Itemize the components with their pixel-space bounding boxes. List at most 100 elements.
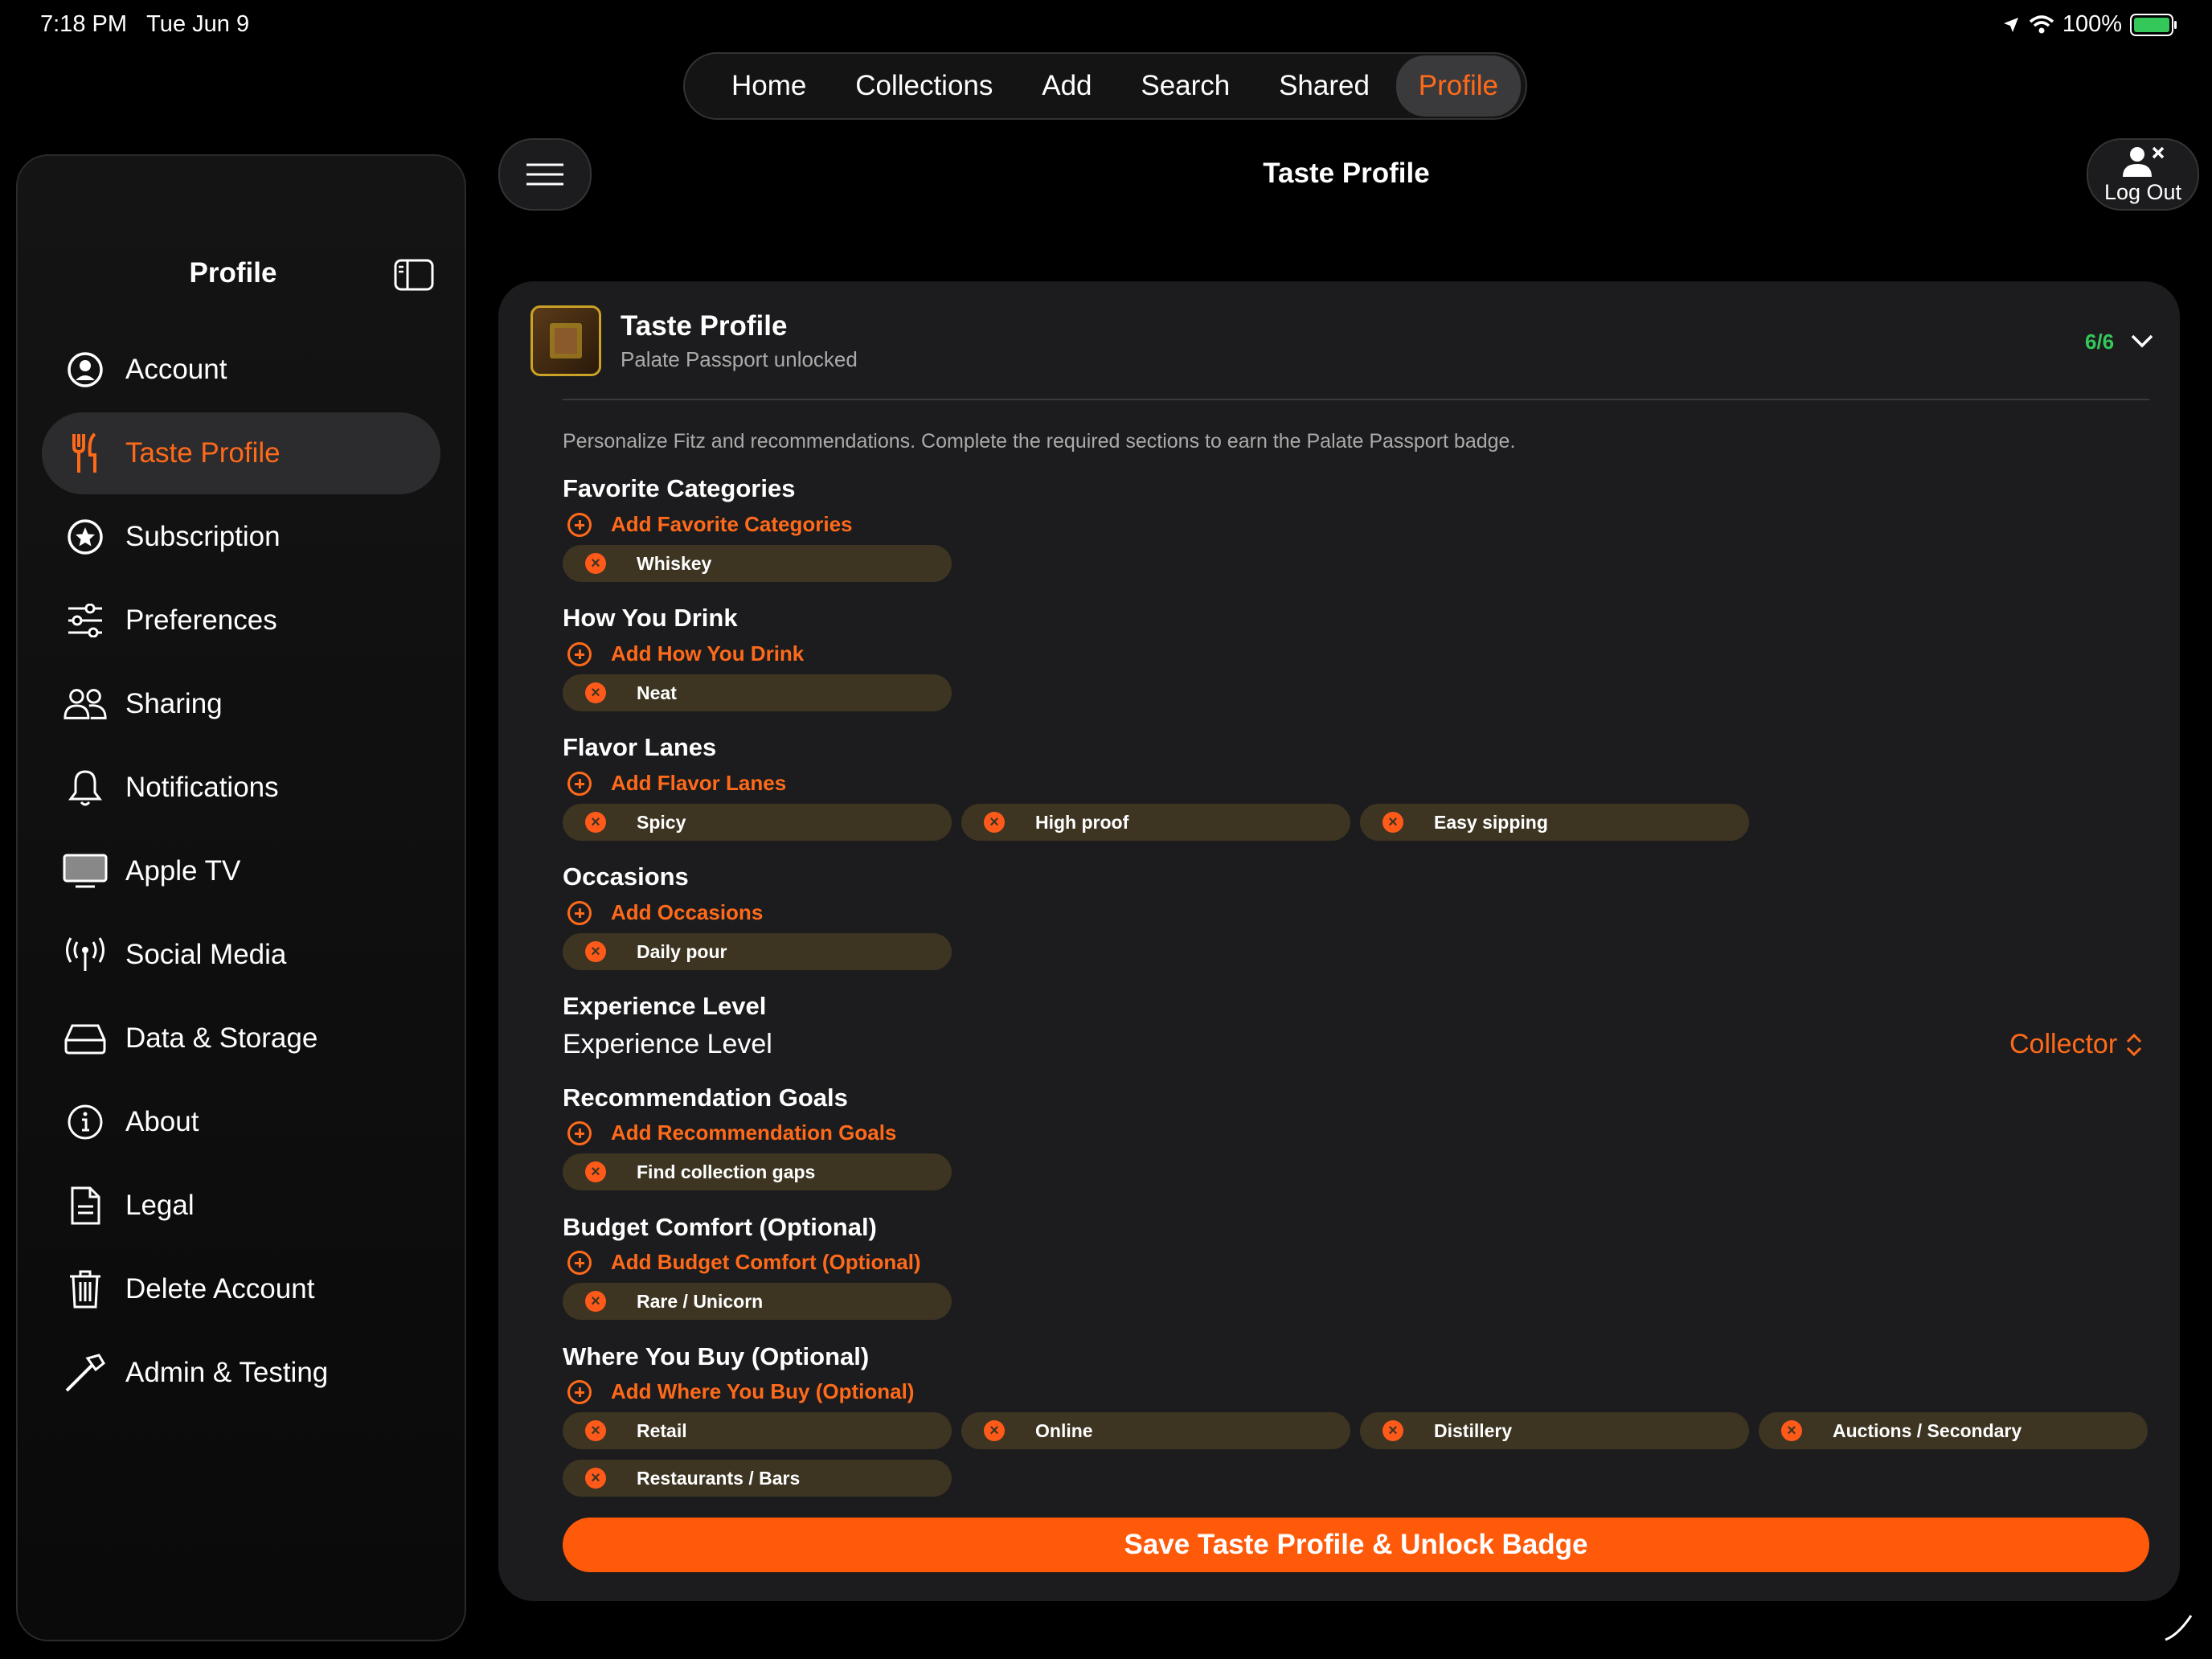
- person-circle-icon: [63, 347, 108, 392]
- add-occasions-button[interactable]: Add Occasions: [567, 900, 763, 925]
- sidebar-item-label: Notifications: [125, 772, 279, 803]
- page-title: Taste Profile: [1263, 158, 1430, 189]
- remove-chip-icon[interactable]: ×: [984, 812, 1005, 833]
- intro-text: Personalize Fitz and recommendations. Co…: [563, 430, 1516, 453]
- experience-level-picker[interactable]: Collector: [2009, 1029, 2143, 1060]
- tab-profile[interactable]: Profile: [1395, 55, 1521, 117]
- experience-level-label: Experience Level: [563, 1029, 772, 1059]
- remove-chip-icon[interactable]: ×: [585, 812, 606, 833]
- add-flavor-lanes-button[interactable]: Add Flavor Lanes: [567, 771, 786, 796]
- sidebar-item-apple-tv[interactable]: Apple TV: [42, 830, 440, 912]
- bell-icon: [63, 765, 108, 810]
- chip: × Auctions / Secondary: [1759, 1412, 2148, 1449]
- sidebar-item-sharing[interactable]: Sharing: [42, 663, 440, 745]
- tab-shared[interactable]: Shared: [1256, 55, 1392, 117]
- add-how-you-drink-button[interactable]: Add How You Drink: [567, 641, 804, 666]
- sidebar-item-admin-testing[interactable]: Admin & Testing: [42, 1332, 440, 1414]
- sidebar-item-account[interactable]: Account: [42, 329, 440, 411]
- section-heading: How You Drink: [563, 604, 738, 632]
- sidebar-item-social-media[interactable]: Social Media: [42, 914, 440, 996]
- chip: × Find collection gaps: [563, 1153, 952, 1190]
- remove-chip-icon[interactable]: ×: [585, 941, 606, 962]
- remove-chip-icon[interactable]: ×: [585, 1420, 606, 1441]
- menu-button[interactable]: [498, 138, 592, 211]
- chip: × Retail: [563, 1412, 952, 1449]
- chip: × High proof: [961, 804, 1350, 841]
- person-remove-icon: [2123, 146, 2165, 177]
- location-icon: [2003, 17, 2018, 32]
- battery-icon: [2130, 13, 2177, 36]
- plus-circle-icon: [567, 641, 592, 666]
- document-icon: [63, 1183, 108, 1228]
- sidebar-item-preferences[interactable]: Preferences: [42, 580, 440, 662]
- top-tab-bar: Home Collections Add Search Shared Profi…: [683, 52, 1527, 120]
- card-title: Taste Profile: [621, 310, 788, 342]
- hamburger-icon: [526, 163, 563, 186]
- plus-circle-icon: [567, 512, 592, 537]
- pencil-indicator-icon: [2165, 1615, 2193, 1641]
- tab-add[interactable]: Add: [1019, 55, 1114, 117]
- section-heading: Budget Comfort (Optional): [563, 1213, 877, 1241]
- sidebar-item-taste-profile[interactable]: Taste Profile: [42, 412, 440, 494]
- sidebar-item-legal[interactable]: Legal: [42, 1165, 440, 1247]
- sidebar-item-notifications[interactable]: Notifications: [42, 747, 440, 829]
- drive-icon: [63, 1016, 108, 1061]
- chevron-down-icon[interactable]: [2130, 333, 2154, 349]
- tab-search[interactable]: Search: [1118, 55, 1252, 117]
- sidebar-item-label: Social Media: [125, 939, 287, 970]
- section-heading: Occasions: [563, 862, 689, 891]
- sidebar-item-delete-account[interactable]: Delete Account: [42, 1248, 440, 1330]
- add-where-you-buy-button[interactable]: Add Where You Buy (Optional): [567, 1379, 914, 1404]
- tab-collections[interactable]: Collections: [833, 55, 1015, 117]
- sidebar-item-data-storage[interactable]: Data & Storage: [42, 997, 440, 1079]
- remove-chip-icon[interactable]: ×: [1382, 1420, 1403, 1441]
- sidebar-item-label: Apple TV: [125, 855, 241, 887]
- battery-percent: 100%: [2062, 11, 2122, 37]
- info-icon: [63, 1100, 108, 1145]
- wifi-icon: [2029, 14, 2054, 33]
- add-recommendation-goals-button[interactable]: Add Recommendation Goals: [567, 1120, 896, 1145]
- add-budget-comfort-button[interactable]: Add Budget Comfort (Optional): [567, 1250, 921, 1275]
- chip: × Distillery: [1360, 1412, 1749, 1449]
- sidebar-item-label: Legal: [125, 1190, 195, 1221]
- plus-circle-icon: [567, 771, 592, 796]
- plus-circle-icon: [567, 1379, 592, 1404]
- sidebar-item-subscription[interactable]: Subscription: [42, 496, 440, 578]
- chip: × Online: [961, 1412, 1350, 1449]
- add-favorite-categories-button[interactable]: Add Favorite Categories: [567, 512, 853, 537]
- plus-circle-icon: [567, 900, 592, 925]
- log-out-button[interactable]: Log Out: [2087, 138, 2199, 211]
- section-heading: Where You Buy (Optional): [563, 1342, 870, 1370]
- sidebar-item-label: Taste Profile: [125, 437, 281, 469]
- chip: × Spicy: [563, 804, 952, 841]
- chip: × Easy sipping: [1360, 804, 1749, 841]
- remove-chip-icon[interactable]: ×: [984, 1420, 1005, 1441]
- remove-chip-icon[interactable]: ×: [1781, 1420, 1802, 1441]
- plus-circle-icon: [567, 1250, 592, 1275]
- tab-home[interactable]: Home: [709, 55, 829, 117]
- section-heading: Favorite Categories: [563, 474, 796, 502]
- sidebar-toggle-icon[interactable]: [394, 259, 434, 291]
- chip: × Restaurants / Bars: [563, 1460, 952, 1497]
- sidebar-item-label: Delete Account: [125, 1273, 315, 1305]
- sidebar-item-label: Preferences: [125, 604, 277, 636]
- sidebar-item-label: Account: [125, 354, 227, 385]
- remove-chip-icon[interactable]: ×: [585, 682, 606, 703]
- status-time: 7:18 PM Tue Jun 9: [40, 11, 250, 37]
- chip: × Whiskey: [563, 545, 952, 582]
- hammer-icon: [63, 1350, 108, 1395]
- fork-knife-icon: [63, 431, 108, 476]
- sliders-icon: [63, 598, 108, 643]
- sidebar-item-label: About: [125, 1106, 199, 1137]
- sidebar-item-about[interactable]: About: [42, 1081, 440, 1163]
- remove-chip-icon[interactable]: ×: [585, 553, 606, 574]
- remove-chip-icon[interactable]: ×: [585, 1468, 606, 1489]
- save-taste-profile-button[interactable]: Save Taste Profile & Unlock Badge: [563, 1518, 2149, 1572]
- remove-chip-icon[interactable]: ×: [585, 1291, 606, 1312]
- tv-icon: [63, 849, 108, 894]
- section-heading: Experience Level: [563, 992, 767, 1020]
- remove-chip-icon[interactable]: ×: [585, 1161, 606, 1182]
- remove-chip-icon[interactable]: ×: [1382, 812, 1403, 833]
- sidebar-item-label: Data & Storage: [125, 1022, 318, 1054]
- sidebar-item-label: Subscription: [125, 521, 281, 552]
